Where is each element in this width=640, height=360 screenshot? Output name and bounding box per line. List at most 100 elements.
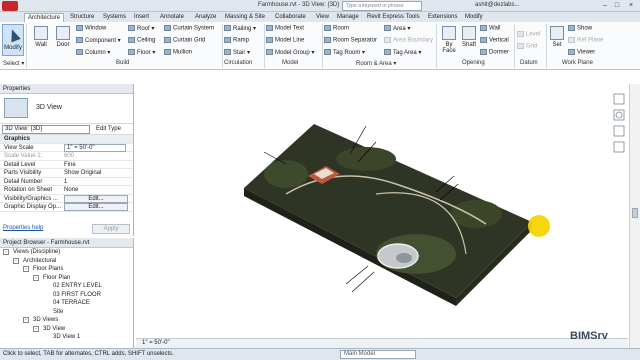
edit-type-button[interactable]: Edit Type xyxy=(96,126,121,132)
tab-massing-site[interactable]: Massing & Site xyxy=(222,13,268,22)
maximize-button[interactable]: □ xyxy=(612,1,622,10)
status-text: Click to select, TAB for alternates, CTR… xyxy=(3,351,174,357)
browser-node[interactable]: 03 FIRST FLOOR xyxy=(0,291,133,300)
railing-button[interactable]: Railing ▾ xyxy=(224,25,256,32)
tab-insert[interactable]: Insert xyxy=(131,13,152,22)
model-line-button[interactable]: Model Line xyxy=(266,37,304,44)
parts-visibility-field[interactable]: Show Original xyxy=(64,170,101,176)
curtain-grid-button[interactable]: Curtain Grid xyxy=(164,37,205,44)
vertical-opening-button[interactable]: Vertical xyxy=(480,37,509,44)
minimize-button[interactable]: – xyxy=(600,1,610,10)
rotation-field[interactable]: None xyxy=(64,187,78,193)
tab-annotate[interactable]: Annotate xyxy=(157,13,187,22)
browser-node[interactable]: -3D View xyxy=(0,325,133,334)
ceiling-button[interactable]: Ceiling xyxy=(128,37,155,44)
view-cube-icon[interactable] xyxy=(613,93,625,105)
scrollbar-thumb[interactable] xyxy=(632,208,638,218)
door-icon xyxy=(56,26,70,40)
user-account[interactable]: ashit@dezlabs... xyxy=(475,2,519,8)
stair-button[interactable]: Stair ▾ xyxy=(224,49,250,56)
drawing-canvas[interactable] xyxy=(136,84,628,338)
grid-button[interactable]: Grid xyxy=(517,43,537,50)
tab-collaborate[interactable]: Collaborate xyxy=(272,13,309,22)
dormer-button[interactable]: Dormer xyxy=(480,49,509,56)
instance-selector[interactable]: 3D View: {3D} xyxy=(2,125,90,134)
browser-node[interactable]: -3D Views xyxy=(0,316,133,325)
group-graphics[interactable]: Graphics xyxy=(4,136,30,142)
view-scale-control[interactable]: 1" = 50'-0" xyxy=(142,340,170,346)
detail-level-field[interactable]: Fine xyxy=(64,162,76,168)
viewer-button[interactable]: Viewer xyxy=(568,49,595,56)
area-button[interactable]: Area ▾ xyxy=(384,25,410,32)
browser-node[interactable]: 3D View 1 xyxy=(0,333,133,342)
detail-number-field[interactable]: 1 xyxy=(64,179,67,185)
set-work-plane-button[interactable]: Set xyxy=(549,26,565,48)
navigation-bar[interactable] xyxy=(610,92,630,162)
tab-revit-express-tools[interactable]: Revit Express Tools xyxy=(364,13,423,22)
expand-toggle-icon[interactable]: - xyxy=(13,257,19,264)
show-work-plane-button[interactable]: Show xyxy=(568,25,592,32)
expand-toggle-icon[interactable]: - xyxy=(23,317,29,323)
tab-extensions[interactable]: Extensions xyxy=(425,13,460,22)
area-boundary-button[interactable]: Area Boundary xyxy=(384,37,433,44)
search-input[interactable]: Type a keyword or phrase xyxy=(342,1,422,11)
apply-button[interactable]: Apply xyxy=(92,224,130,234)
level-button[interactable]: Level xyxy=(517,31,540,38)
wall-button[interactable]: Wall xyxy=(32,26,50,48)
expand-toggle-icon[interactable]: - xyxy=(23,266,29,272)
window-button[interactable]: Window xyxy=(76,25,106,32)
browser-node[interactable]: 04 TERRACE xyxy=(0,299,133,308)
model-group-button[interactable]: Model Group ▾ xyxy=(266,49,314,56)
close-button[interactable]: × xyxy=(626,1,636,10)
browser-node[interactable]: - Floor Plans xyxy=(0,265,133,274)
active-model-selector[interactable]: Main Model xyxy=(340,350,416,359)
visibility-graphics-edit-button[interactable]: Edit... xyxy=(64,194,128,203)
ref-plane-button[interactable]: Ref Plane xyxy=(568,37,603,44)
graphic-display-edit-button[interactable]: Edit... xyxy=(64,203,128,211)
door-button[interactable]: Door xyxy=(54,26,72,48)
orbit-icon[interactable] xyxy=(613,141,625,153)
browser-node[interactable]: 02 ENTRY LEVEL xyxy=(0,282,133,291)
wall-opening-button[interactable]: Wall xyxy=(480,25,500,32)
expand-toggle-icon[interactable]: - xyxy=(3,249,9,255)
modify-button[interactable]: Modify xyxy=(2,24,24,56)
tab-manage[interactable]: Manage xyxy=(334,13,362,22)
model-text-button[interactable]: Model Text xyxy=(266,25,304,32)
curtain-system-button[interactable]: Curtain System xyxy=(164,25,214,32)
steering-wheel-icon[interactable] xyxy=(613,109,625,121)
app-menu-button[interactable] xyxy=(2,1,18,11)
tag-room-button[interactable]: Tag Room ▾ xyxy=(324,49,365,56)
browser-node[interactable]: Site xyxy=(0,308,133,317)
expand-toggle-icon[interactable]: - xyxy=(33,325,39,332)
browser-node[interactable]: - Architectural xyxy=(0,257,133,266)
floor-button[interactable]: Floor ▾ xyxy=(128,49,155,56)
shaft-button[interactable]: Shaft xyxy=(460,26,478,48)
prop-key: Detail Level xyxy=(4,161,36,168)
browser-node[interactable]: - Views (Discipline) xyxy=(0,248,133,257)
tab-systems[interactable]: Systems xyxy=(100,13,129,22)
zoom-icon[interactable] xyxy=(613,125,625,137)
view-scale-field[interactable]: 1" = 50'-0" xyxy=(64,143,126,152)
browser-node-label: 02 ENTRY LEVEL xyxy=(53,283,102,289)
roof-button[interactable]: Roof ▾ xyxy=(128,25,154,32)
panel-label-select[interactable]: Select ▾ xyxy=(3,60,24,67)
room-separator-button[interactable]: Room Separator xyxy=(324,37,377,44)
tag-area-button[interactable]: Tag Area ▾ xyxy=(384,49,421,56)
component-button[interactable]: Component ▾ xyxy=(76,37,121,44)
room-button[interactable]: Room xyxy=(324,25,349,32)
vertical-scrollbar[interactable] xyxy=(629,84,640,348)
tab-modify[interactable]: Modify xyxy=(462,13,486,22)
browser-node[interactable]: - Floor Plan xyxy=(0,274,133,283)
tab-view[interactable]: View xyxy=(313,13,332,22)
column-button[interactable]: Column ▾ xyxy=(76,49,110,56)
panel-label-room-area[interactable]: Room & Area ▾ xyxy=(356,60,396,67)
browser-node-label: 3D Views xyxy=(33,317,59,323)
tab-analyze[interactable]: Analyze xyxy=(192,13,219,22)
tab-structure[interactable]: Structure xyxy=(67,13,97,22)
properties-help-link[interactable]: Properties help xyxy=(3,225,43,231)
tab-architecture[interactable]: Architecture xyxy=(24,13,65,22)
mullion-button[interactable]: Mullion xyxy=(164,49,192,56)
ramp-button[interactable]: Ramp xyxy=(224,37,249,44)
by-face-button[interactable]: By Face xyxy=(439,26,459,54)
expand-toggle-icon[interactable]: - xyxy=(33,274,39,281)
